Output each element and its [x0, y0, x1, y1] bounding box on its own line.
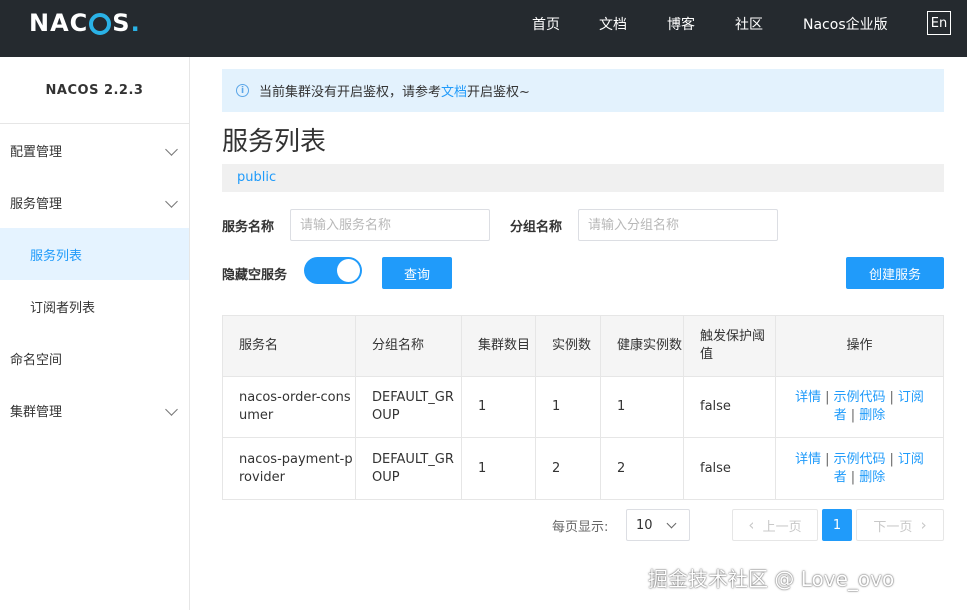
next-page-button[interactable]: 下一页 ›	[856, 509, 944, 541]
sidebar-item-service-list[interactable]: 服务列表	[0, 228, 189, 280]
hide-empty-services-label: 隐藏空服务	[222, 268, 288, 283]
service-name-label: 服务名称	[222, 220, 275, 235]
chevron-down-icon	[165, 403, 178, 416]
service-name-input[interactable]	[290, 209, 490, 241]
sidebar-item-service-management[interactable]: 服务管理	[0, 176, 189, 228]
operations-links: 详情 | 示例代码 | 订阅者 | 删除	[792, 451, 927, 487]
cell-group-name: DEFAULT_GROUP	[356, 438, 462, 499]
next-page-label: 下一页	[873, 519, 913, 535]
group-name-label: 分组名称	[510, 220, 563, 235]
op-separator: |	[825, 451, 830, 467]
nacos-logo[interactable]: NAC S.	[29, 9, 141, 37]
nav-item-home[interactable]: 首页	[532, 14, 560, 34]
sidebar-item-label: 集群管理	[10, 404, 63, 420]
op-separator: |	[889, 451, 894, 467]
delete-link[interactable]: 删除	[859, 408, 885, 423]
notice-text-before: 当前集群没有开启鉴权，请参考	[259, 85, 442, 100]
page-size-select[interactable]: 10	[626, 509, 690, 541]
sidebar-item-namespace[interactable]: 命名空间	[0, 332, 189, 384]
header-cluster-count: 集群数目	[462, 316, 536, 376]
language-toggle-button[interactable]: En	[927, 11, 951, 35]
page-number-button[interactable]: 1	[822, 509, 852, 541]
sidebar-item-label: 配置管理	[10, 144, 63, 160]
chevron-down-icon	[165, 195, 178, 208]
notice-text: 当前集群没有开启鉴权，请参考文档开启鉴权~	[259, 81, 530, 100]
sidebar-item-label: 服务列表	[30, 248, 83, 264]
watermark: 掘金技术社区 @ Love_ovo	[648, 567, 895, 591]
prev-page-button[interactable]: ‹ 上一页	[732, 509, 818, 541]
notice-text-after: 开启鉴权~	[467, 85, 530, 100]
header-protect-threshold: 触发保护阈值	[684, 316, 776, 376]
cell-protect-threshold: false	[684, 438, 776, 499]
cell-operations: 详情 | 示例代码 | 订阅者 | 删除	[776, 438, 943, 499]
header-group-name: 分组名称	[356, 316, 462, 376]
sample-code-link[interactable]: 示例代码	[833, 390, 885, 405]
sidebar-item-subscriber-list[interactable]: 订阅者列表	[0, 280, 189, 332]
hide-empty-services-toggle[interactable]	[304, 257, 362, 284]
auth-notice-banner: i 当前集群没有开启鉴权，请参考文档开启鉴权~	[222, 69, 944, 112]
table-header-row: 服务名 分组名称 集群数目 实例数 健康实例数 触发保护阈值 操作	[223, 316, 943, 377]
header-service-name: 服务名	[223, 316, 356, 376]
cell-protect-threshold: false	[684, 377, 776, 437]
page-title: 服务列表	[222, 127, 327, 157]
table-row: nacos-order-consumer DEFAULT_GROUP 1 1 1…	[223, 377, 943, 438]
logo-text-left: NAC	[29, 9, 89, 37]
operations-links: 详情 | 示例代码 | 订阅者 | 删除	[792, 389, 927, 425]
page-size-label: 每页显示:	[552, 520, 609, 535]
top-navbar: NAC S. 首页 文档 博客 社区 Nacos企业版 En	[0, 0, 967, 57]
logo-ring-icon	[89, 13, 112, 35]
header-instance-count: 实例数	[536, 316, 601, 376]
cell-instance-count: 2	[536, 438, 601, 499]
cell-cluster-count: 1	[462, 438, 536, 499]
table-row: nacos-payment-provider DEFAULT_GROUP 1 2…	[223, 438, 943, 499]
sample-code-link[interactable]: 示例代码	[833, 452, 885, 467]
header-operations: 操作	[846, 338, 873, 353]
namespace-bar: public	[222, 164, 944, 192]
delete-link[interactable]: 删除	[859, 470, 885, 485]
cell-healthy-count: 2	[601, 438, 684, 499]
toggle-knob	[337, 259, 360, 282]
create-service-button[interactable]: 创建服务	[846, 257, 944, 289]
sidebar-item-label: 订阅者列表	[30, 300, 96, 316]
op-separator: |	[850, 469, 856, 485]
op-separator: |	[889, 390, 894, 405]
chevron-down-icon	[165, 143, 178, 156]
op-separator: |	[825, 390, 830, 405]
sidebar-item-label: 服务管理	[10, 196, 63, 212]
namespace-item-public[interactable]: public	[237, 170, 276, 185]
sidebar-item-label: 命名空间	[10, 352, 63, 368]
prev-page-label: 上一页	[762, 519, 802, 535]
query-button[interactable]: 查询	[382, 257, 452, 289]
sidebar-item-cluster-management[interactable]: 集群管理	[0, 384, 189, 436]
cell-instance-count: 1	[536, 377, 601, 437]
group-name-input[interactable]	[578, 209, 778, 241]
chevron-left-icon: ‹	[748, 516, 755, 534]
cell-healthy-count: 1	[601, 377, 684, 437]
info-icon: i	[236, 84, 249, 97]
nav-item-enterprise[interactable]: Nacos企业版	[803, 14, 888, 34]
cell-operations: 详情 | 示例代码 | 订阅者 | 删除	[776, 377, 943, 437]
sidebar-item-config-management[interactable]: 配置管理	[0, 124, 189, 176]
nav-item-docs[interactable]: 文档	[599, 14, 627, 34]
cell-cluster-count: 1	[462, 377, 536, 437]
header-healthy-count: 健康实例数	[601, 316, 684, 376]
sidebar: NACOS 2.2.3 配置管理 服务管理 服务列表 订阅者列表 命名空间 集群…	[0, 57, 190, 610]
version-label: NACOS 2.2.3	[0, 57, 189, 124]
chevron-right-icon: ›	[920, 516, 927, 534]
chevron-down-icon	[666, 518, 677, 529]
cell-service-name: nacos-order-consumer	[223, 377, 356, 437]
service-table: 服务名 分组名称 集群数目 实例数 健康实例数 触发保护阈值 操作 nacos-…	[222, 315, 944, 500]
cell-service-name: nacos-payment-provider	[223, 438, 356, 499]
detail-link[interactable]: 详情	[795, 452, 821, 467]
notice-docs-link[interactable]: 文档	[441, 85, 467, 100]
logo-text-right: S	[112, 9, 131, 37]
op-separator: |	[850, 408, 856, 423]
nav-item-community[interactable]: 社区	[735, 14, 763, 34]
nav-item-blog[interactable]: 博客	[667, 14, 695, 34]
logo-dot: .	[130, 9, 141, 37]
cell-group-name: DEFAULT_GROUP	[356, 377, 462, 437]
page-size-value: 10	[636, 517, 653, 533]
detail-link[interactable]: 详情	[795, 390, 821, 405]
